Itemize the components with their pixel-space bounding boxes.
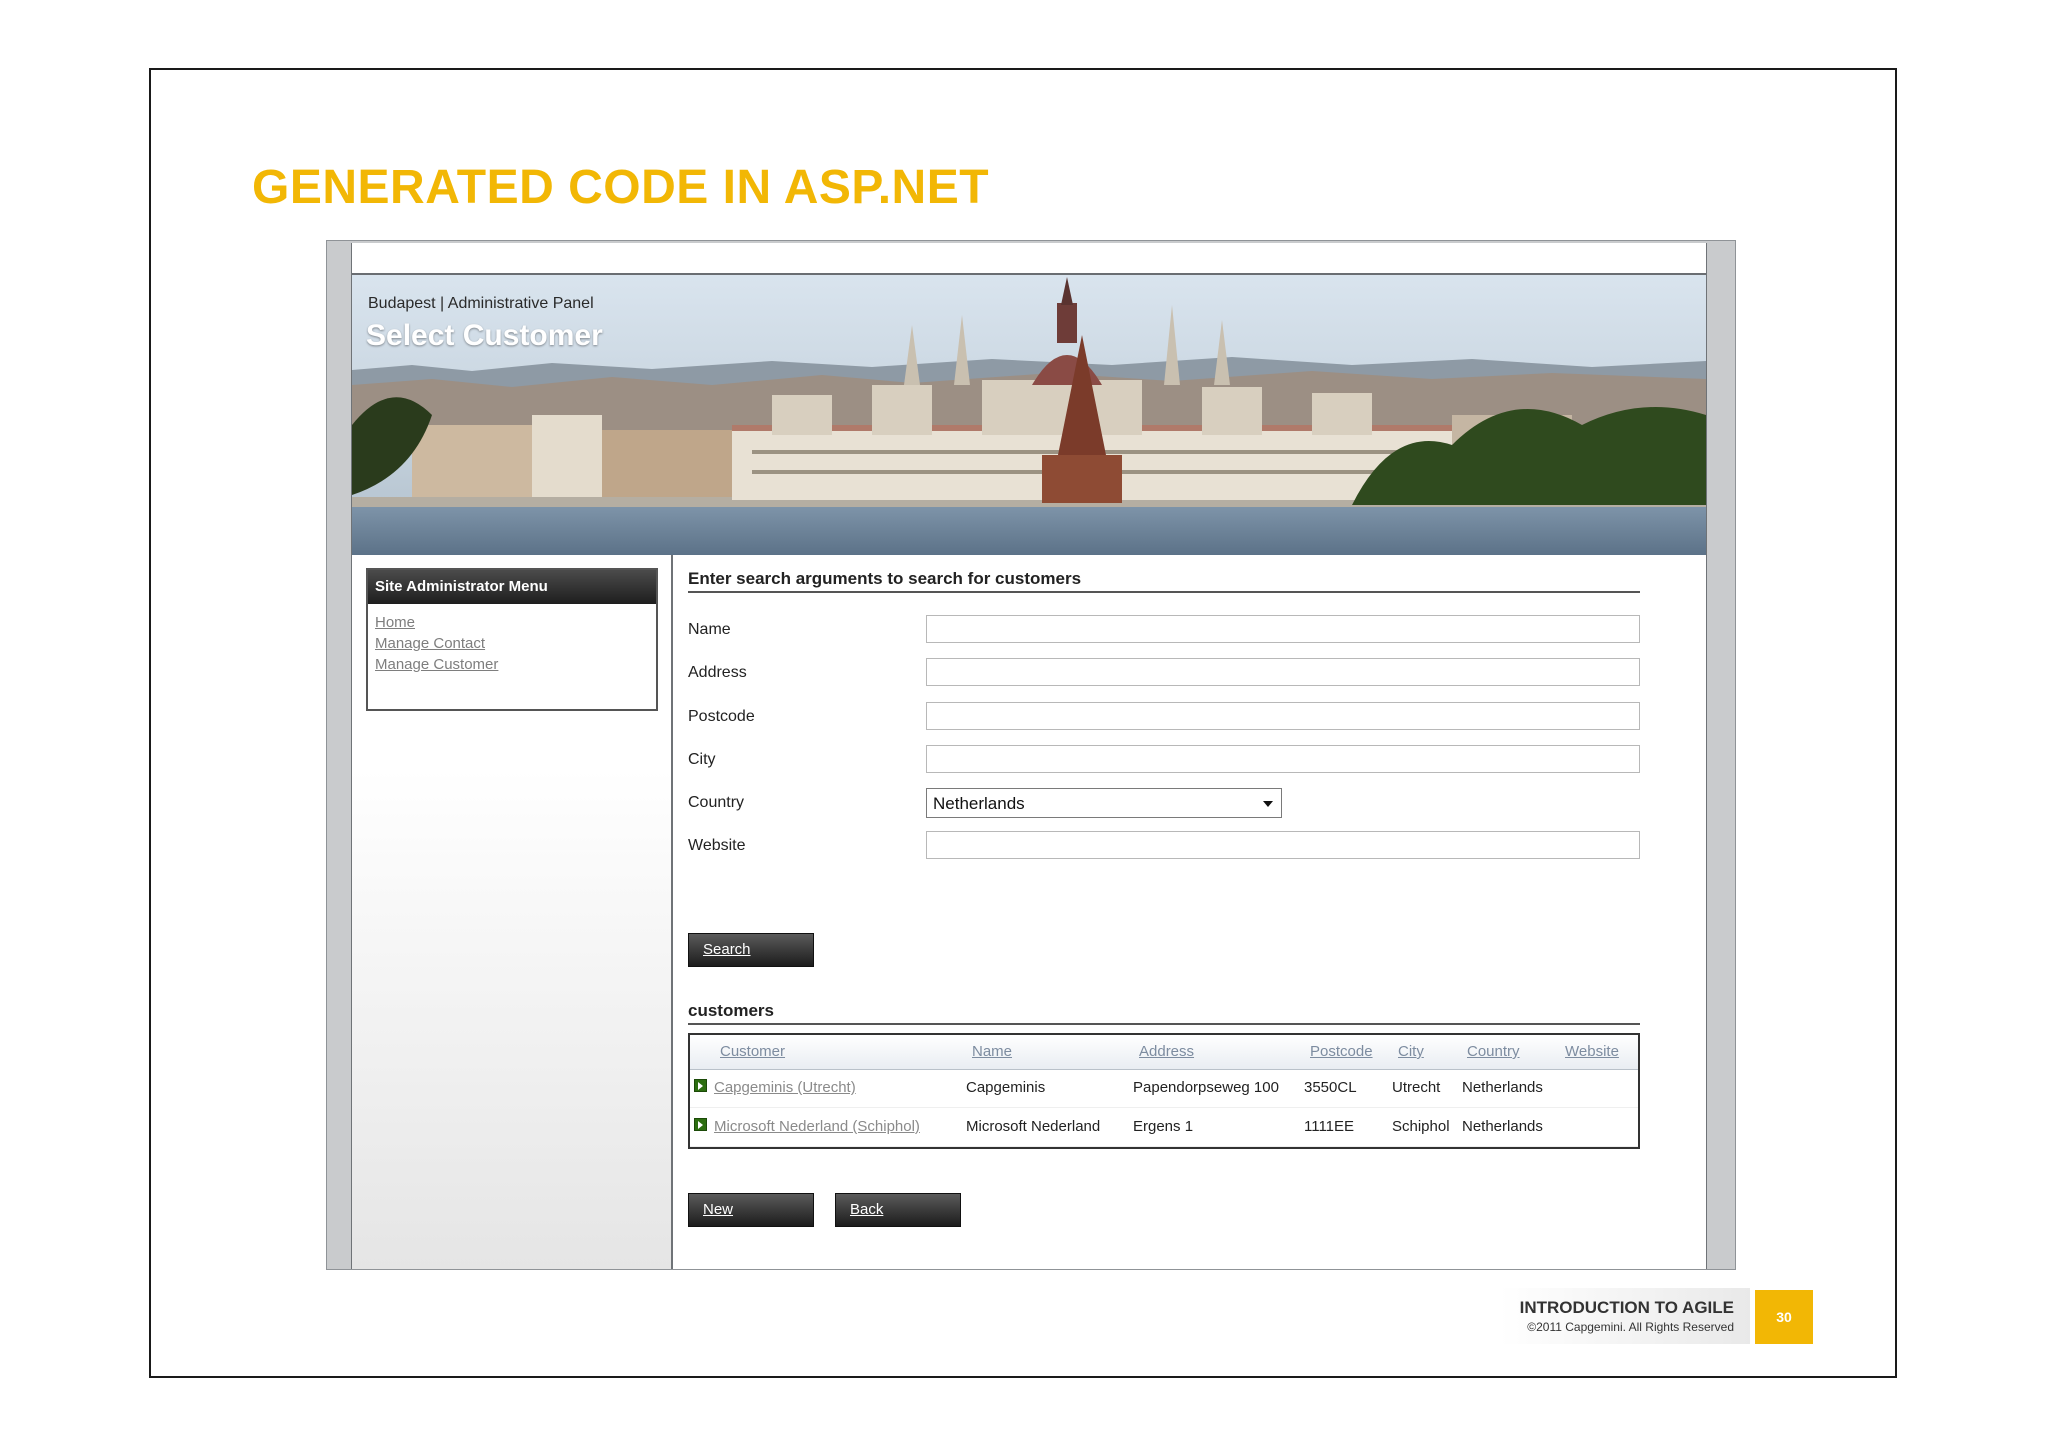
table-row: Capgeminis (Utrecht) Capgeminis Papendor… [690, 1069, 1638, 1108]
cell-address: Papendorpseweg 100 [1133, 1079, 1279, 1096]
footer-title: INTRODUCTION TO AGILE [1519, 1298, 1734, 1317]
menu-item: Manage Contact [375, 633, 656, 654]
website-input[interactable] [926, 831, 1640, 859]
menu-title: Site Administrator Menu [368, 570, 656, 604]
cell-name: Capgeminis [966, 1079, 1046, 1096]
city-row: City [688, 745, 1640, 775]
table-row: Microsoft Nederland (Schiphol) Microsoft… [690, 1108, 1638, 1147]
column-header-postcode[interactable]: Postcode [1310, 1043, 1373, 1060]
select-arrow-icon[interactable] [694, 1079, 707, 1092]
country-select[interactable]: Netherlands [926, 788, 1282, 818]
app-screenshot: Budapest | Administrative Panel Select C… [326, 240, 1736, 1270]
page-title: Select Customer [366, 319, 603, 352]
column-header-city[interactable]: City [1398, 1043, 1424, 1060]
table-header: Customer Name Address Postcode City Coun… [690, 1035, 1638, 1070]
cell-postcode: 1111EE [1304, 1118, 1355, 1135]
cell-country: Netherlands [1462, 1079, 1543, 1096]
country-label: Country [688, 794, 745, 811]
website-label: Website [688, 837, 746, 854]
column-header-address[interactable]: Address [1139, 1043, 1194, 1060]
back-button[interactable]: Back [835, 1193, 961, 1227]
header-banner: Budapest | Administrative Panel Select C… [352, 275, 1706, 555]
cell-country: Netherlands [1462, 1118, 1543, 1135]
city-input[interactable] [926, 745, 1640, 773]
customers-table: Customer Name Address Postcode City Coun… [688, 1033, 1640, 1149]
slide-title: GENERATED CODE IN ASP.NET [252, 161, 990, 214]
cell-address: Ergens 1 [1133, 1118, 1194, 1135]
country-row: Country Netherlands [688, 788, 1640, 818]
search-heading: Enter search arguments to search for cus… [688, 569, 1640, 593]
menu-link-home[interactable]: Home [375, 614, 415, 631]
app-window: Budapest | Administrative Panel Select C… [351, 243, 1707, 1269]
menu-item: Manage Customer [375, 654, 656, 675]
name-input[interactable] [926, 615, 1640, 643]
main-content: Enter search arguments to search for cus… [688, 561, 1646, 1261]
postcode-label: Postcode [688, 708, 755, 725]
cell-postcode: 3550CL [1304, 1079, 1357, 1096]
menu-link-manage-customer[interactable]: Manage Customer [375, 656, 498, 673]
cell-city: Schiphol [1392, 1118, 1450, 1135]
column-header-website[interactable]: Website [1565, 1043, 1619, 1060]
menu-link-manage-contact[interactable]: Manage Contact [375, 635, 485, 652]
column-header-name[interactable]: Name [972, 1043, 1012, 1060]
country-selected-value: Netherlands [933, 794, 1025, 813]
footer: INTRODUCTION TO AGILE ©2011 Capgemini. A… [1500, 1288, 1750, 1344]
menu-list: Home Manage Contact Manage Customer [375, 612, 656, 675]
postcode-row: Postcode [688, 702, 1640, 732]
city-label: City [688, 751, 716, 768]
search-button[interactable]: Search [688, 933, 814, 967]
budapest-parliament-banner-image [352, 275, 1706, 555]
chevron-down-icon [1263, 801, 1273, 807]
column-header-customer[interactable]: Customer [720, 1043, 785, 1060]
customer-link[interactable]: Microsoft Nederland (Schiphol) [714, 1118, 920, 1135]
address-label: Address [688, 664, 747, 681]
top-bar [352, 243, 1706, 275]
breadcrumb: Budapest | Administrative Panel [368, 295, 594, 312]
cell-city: Utrecht [1392, 1079, 1441, 1096]
customers-heading: customers [688, 1001, 1640, 1025]
new-button[interactable]: New [688, 1193, 814, 1227]
name-label: Name [688, 621, 731, 638]
select-arrow-icon[interactable] [694, 1118, 707, 1131]
customer-link[interactable]: Capgeminis (Utrecht) [714, 1079, 856, 1096]
address-row: Address [688, 658, 1640, 688]
address-input[interactable] [926, 658, 1640, 686]
website-row: Website [688, 831, 1640, 861]
column-header-country[interactable]: Country [1467, 1043, 1520, 1060]
page-number: 30 [1755, 1290, 1813, 1344]
cell-name: Microsoft Nederland [966, 1118, 1101, 1135]
site-administrator-menu: Site Administrator Menu Home Manage Cont… [366, 568, 658, 711]
menu-item: Home [375, 612, 656, 633]
footer-copyright: ©2011 Capgemini. All Rights Reserved [1527, 1320, 1734, 1334]
name-row: Name [688, 615, 1640, 645]
postcode-input[interactable] [926, 702, 1640, 730]
